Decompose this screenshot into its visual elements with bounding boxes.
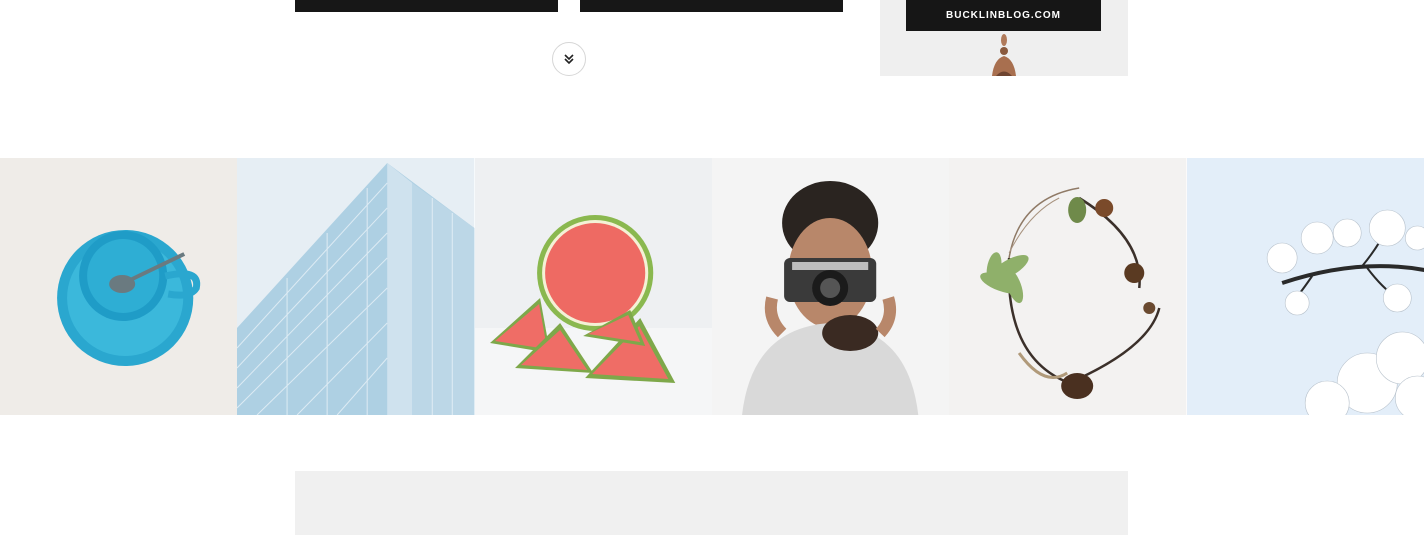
white-blossom-branch-photo [1186, 158, 1424, 415]
double-chevron-down-icon [564, 54, 574, 65]
branch-wreath-photo [949, 158, 1187, 415]
instagram-item-wreath[interactable] [949, 158, 1187, 415]
blue-teacup-photo [0, 158, 238, 415]
sidebar-ad-widget[interactable]: BUCKLINBLOG.COM [880, 0, 1128, 76]
photographer-camera-photo [711, 158, 950, 415]
footer-widget-area [295, 471, 1128, 535]
page: BUCKLINBLOG.COM [0, 0, 1424, 535]
instagram-item-blossom[interactable] [1186, 158, 1424, 415]
post-card-bottom-left[interactable] [295, 0, 558, 12]
ad-banner-label: BUCKLINBLOG.COM [906, 0, 1101, 31]
instagram-item-photographer[interactable] [711, 158, 950, 415]
instagram-item-teacup[interactable] [0, 158, 238, 415]
instagram-item-watermelon[interactable] [474, 158, 712, 415]
instagram-item-building[interactable] [237, 158, 475, 415]
post-card-bottom-right[interactable] [580, 0, 843, 12]
yoga-figure-image [992, 34, 1016, 76]
glass-building-photo [237, 158, 475, 415]
load-more-button[interactable] [552, 42, 586, 76]
instagram-feed [0, 158, 1424, 415]
watermelon-slices-photo [474, 158, 712, 415]
